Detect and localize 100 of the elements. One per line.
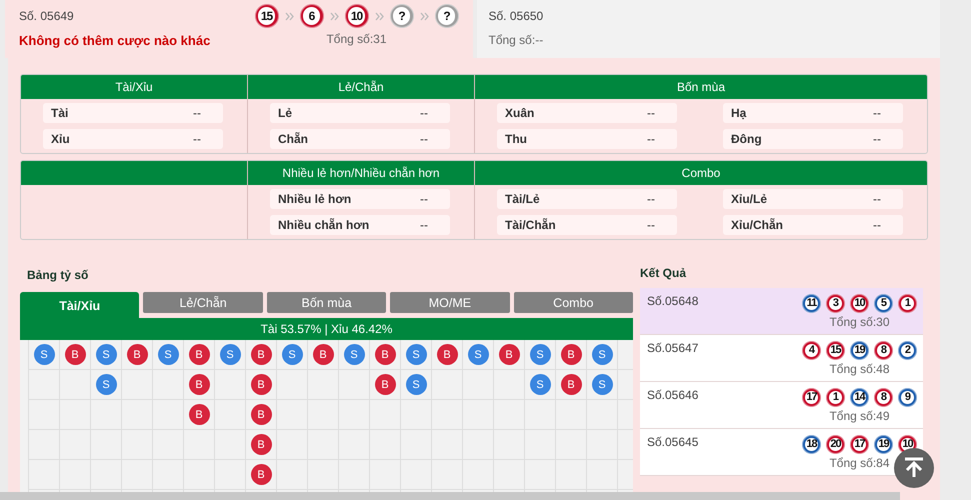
lottery-ball: 19 bbox=[874, 435, 893, 454]
result-bead: B bbox=[250, 404, 272, 425]
result-row[interactable]: Số.05647 4 15 19 8 2 Tổng số:48 bbox=[640, 335, 923, 382]
result-bead: B bbox=[560, 374, 582, 395]
draw-number: Số. 05650 bbox=[488, 9, 544, 23]
lottery-ball: 11 bbox=[802, 294, 821, 313]
chevron-icon bbox=[420, 12, 428, 20]
stat-label: Đông bbox=[731, 132, 762, 146]
tab[interactable]: Bốn mùa bbox=[266, 292, 386, 313]
result-bead: B bbox=[250, 344, 272, 365]
stat-label: Xỉu/Chẵn bbox=[731, 218, 784, 232]
result-bead: B bbox=[126, 344, 148, 365]
stat-label: Tài/Chẵn bbox=[505, 218, 556, 232]
result-bead: S bbox=[344, 344, 364, 365]
arrow-up-icon bbox=[902, 456, 926, 480]
total-sum: Tổng số:-- bbox=[488, 33, 544, 47]
stat-value: -- bbox=[873, 132, 881, 146]
result-bead: S bbox=[592, 344, 612, 365]
result-bead: B bbox=[250, 374, 272, 395]
stat-value: -- bbox=[193, 106, 201, 120]
result-row[interactable]: Số.05645 18 20 17 19 10 Tổng số:84 bbox=[640, 429, 923, 476]
stat-label: Nhiều chẵn hơn bbox=[278, 218, 370, 232]
result-bead: S bbox=[530, 374, 550, 395]
horizontal-scrollbar[interactable] bbox=[0, 492, 900, 500]
stat-label: Nhiều lẻ hơn bbox=[278, 192, 352, 206]
stat-label: Chẵn bbox=[278, 132, 308, 146]
result-bead: S bbox=[592, 374, 612, 395]
result-bead: B bbox=[560, 344, 582, 365]
result-bead: S bbox=[96, 374, 116, 395]
result-bead: B bbox=[188, 404, 210, 425]
stat-value: -- bbox=[193, 132, 201, 146]
stat-value: -- bbox=[420, 106, 428, 120]
lottery-ball: 1 bbox=[826, 388, 845, 407]
stat-value: -- bbox=[420, 192, 428, 206]
result-bead: B bbox=[498, 344, 520, 365]
lottery-ball: 10 bbox=[344, 4, 368, 28]
lottery-ball: 17 bbox=[850, 435, 869, 454]
result-bead: B bbox=[64, 344, 86, 365]
result-bead: S bbox=[220, 344, 240, 365]
result-bead: B bbox=[250, 464, 272, 485]
stat-value: -- bbox=[420, 218, 428, 232]
result-row[interactable]: Số.05646 17 1 14 8 9 Tổng số:49 bbox=[640, 382, 923, 429]
total-sum: Tổng số:49 bbox=[829, 409, 890, 423]
tab[interactable]: Combo bbox=[514, 292, 634, 313]
section-title: Bảng tỷ số bbox=[26, 267, 90, 284]
result-bead: B bbox=[374, 374, 396, 395]
stat-label: Hạ bbox=[731, 106, 746, 120]
result-bead: S bbox=[158, 344, 178, 365]
tab[interactable]: MO/ME bbox=[390, 292, 510, 313]
lottery-ball: 9 bbox=[898, 388, 917, 407]
table-header: Bốn mùa bbox=[475, 75, 927, 99]
lottery-ball: 8 bbox=[874, 388, 893, 407]
section-title: Kết Quả bbox=[640, 265, 688, 282]
chevron-icon bbox=[374, 12, 384, 20]
result-bead: S bbox=[282, 344, 302, 365]
lottery-ball: 20 bbox=[826, 435, 845, 454]
chevron-icon bbox=[284, 12, 294, 20]
chevron-icon bbox=[330, 12, 338, 20]
stat-label: Tài/Lẻ bbox=[505, 192, 540, 206]
lottery-ball: 14 bbox=[850, 388, 869, 407]
stat-value: -- bbox=[647, 192, 655, 206]
draw-number: Số. 05649 bbox=[19, 9, 75, 23]
lottery-ball: 3 bbox=[826, 294, 845, 313]
result-row[interactable]: Số.05648 11 3 10 5 1 Tổng số:30 bbox=[640, 288, 923, 335]
stat-label: Xuân bbox=[505, 106, 534, 120]
draw-number: Số.05648 bbox=[647, 294, 698, 310]
total-sum: Tổng số:48 bbox=[829, 362, 890, 376]
stat-label: Xỉu bbox=[51, 132, 70, 146]
result-bead: B bbox=[312, 344, 334, 365]
status-message: Không có thêm cược nào khác bbox=[19, 33, 210, 48]
lottery-ball: 10 bbox=[850, 294, 869, 313]
tab[interactable]: Tài/Xỉu bbox=[20, 292, 140, 319]
stat-value: -- bbox=[647, 106, 655, 120]
lottery-ball: 2 bbox=[898, 341, 917, 360]
lottery-ball: 6 bbox=[300, 4, 324, 28]
ratio-bar: Tài 53.57% | Xỉu 46.42% bbox=[20, 318, 633, 340]
result-bead: B bbox=[250, 434, 272, 455]
lottery-ball: 19 bbox=[850, 341, 869, 360]
draw-number: Số.05645 bbox=[647, 435, 698, 451]
lottery-ball: 1 bbox=[898, 294, 917, 313]
lottery-ball: 8 bbox=[874, 341, 893, 360]
lottery-ball: ? bbox=[390, 4, 414, 28]
table-header: Nhiều lẻ hơn/Nhiều chẵn hơn bbox=[248, 161, 474, 185]
draw-number: Số.05646 bbox=[647, 388, 698, 404]
lottery-ball: 4 bbox=[802, 341, 821, 360]
result-bead: B bbox=[188, 374, 210, 395]
stat-label: Lẻ bbox=[278, 106, 292, 120]
lottery-ball: 17 bbox=[802, 388, 821, 407]
lottery-ball: 15 bbox=[254, 4, 278, 28]
table-header: Lẻ/Chẵn bbox=[248, 75, 474, 99]
stat-value: -- bbox=[873, 106, 881, 120]
stat-value: -- bbox=[420, 132, 428, 146]
lottery-ball: 5 bbox=[874, 294, 893, 313]
stat-label: Thu bbox=[505, 132, 527, 146]
lottery-ball: ? bbox=[434, 4, 458, 28]
result-bead: B bbox=[188, 344, 210, 365]
result-bead: S bbox=[406, 374, 426, 395]
lottery-ball: 15 bbox=[826, 341, 845, 360]
tab[interactable]: Lẻ/Chẵn bbox=[143, 292, 263, 313]
result-bead: S bbox=[530, 344, 550, 365]
